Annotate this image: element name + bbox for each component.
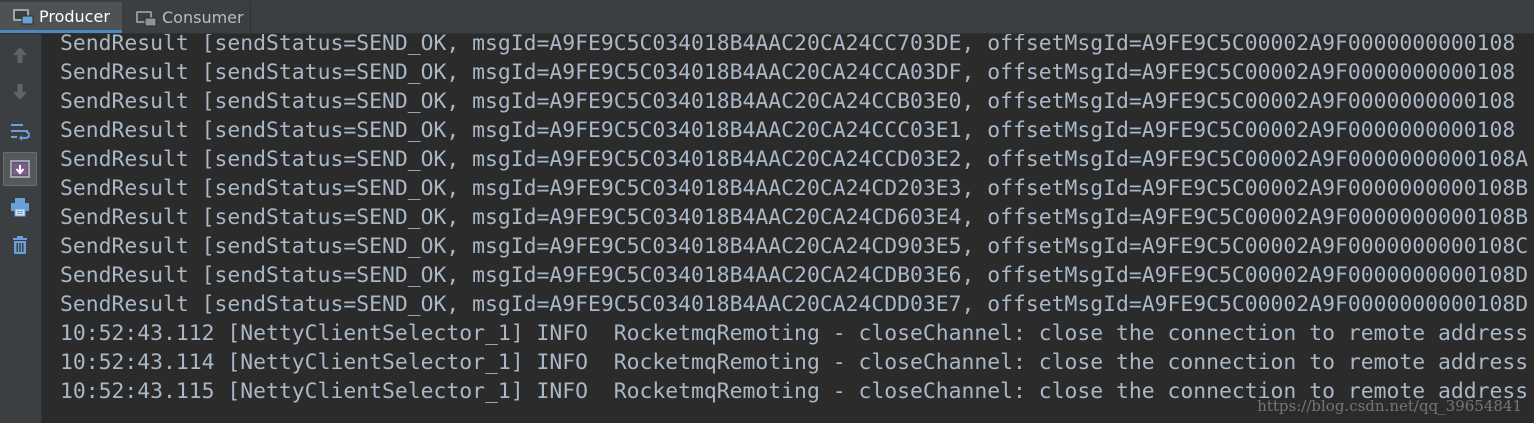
scroll-to-end-button[interactable] (3, 152, 37, 186)
run-config-icon (13, 9, 34, 25)
scroll-to-end-icon (10, 160, 30, 178)
console-line: SendResult [sendStatus=SEND_OK, msgId=A9… (60, 147, 1529, 172)
console-line: SendResult [sendStatus=SEND_OK, msgId=A9… (60, 89, 1516, 114)
soft-wrap-button[interactable] (3, 116, 37, 146)
tab-producer[interactable]: Producer (0, 2, 122, 33)
watermark: https://blog.csdn.net/qq_39654841 (1257, 397, 1522, 415)
trash-icon (13, 236, 27, 254)
arrow-down-icon (13, 84, 27, 100)
print-button[interactable] (3, 192, 37, 222)
console-line: SendResult [sendStatus=SEND_OK, msgId=A9… (60, 292, 1529, 317)
arrow-up-icon (13, 47, 27, 63)
console-line: 10:52:43.114 [NettyClientSelector_1] INF… (60, 350, 1529, 375)
console-line: SendResult [sendStatus=SEND_OK, msgId=A9… (60, 60, 1516, 85)
console-output[interactable]: SendResult [sendStatus=SEND_OK, msgId=A9… (43, 34, 1534, 423)
run-tab-bar: Producer Consumer (0, 0, 1534, 34)
console-line: SendResult [sendStatus=SEND_OK, msgId=A9… (60, 205, 1529, 230)
console-toolbar (0, 34, 42, 423)
tab-consumer-label: Consumer (162, 8, 244, 27)
console-line: SendResult [sendStatus=SEND_OK, msgId=A9… (60, 34, 1516, 56)
tab-consumer[interactable]: Consumer (123, 2, 251, 33)
up-button[interactable] (3, 40, 37, 70)
console-line: 10:52:43.112 [NettyClientSelector_1] INF… (60, 321, 1529, 346)
print-icon (11, 198, 29, 217)
console-line: SendResult [sendStatus=SEND_OK, msgId=A9… (60, 263, 1529, 288)
run-config-icon (136, 10, 157, 26)
soft-wrap-icon (11, 124, 31, 141)
console-line: SendResult [sendStatus=SEND_OK, msgId=A9… (60, 176, 1529, 201)
console-line: SendResult [sendStatus=SEND_OK, msgId=A9… (60, 118, 1516, 143)
clear-all-button[interactable] (3, 230, 37, 260)
tab-producer-label: Producer (39, 6, 110, 26)
down-button[interactable] (3, 77, 37, 107)
console-line: SendResult [sendStatus=SEND_OK, msgId=A9… (60, 234, 1529, 259)
run-tool-window: Producer Consumer SendResult [sendStatus… (0, 0, 1534, 423)
